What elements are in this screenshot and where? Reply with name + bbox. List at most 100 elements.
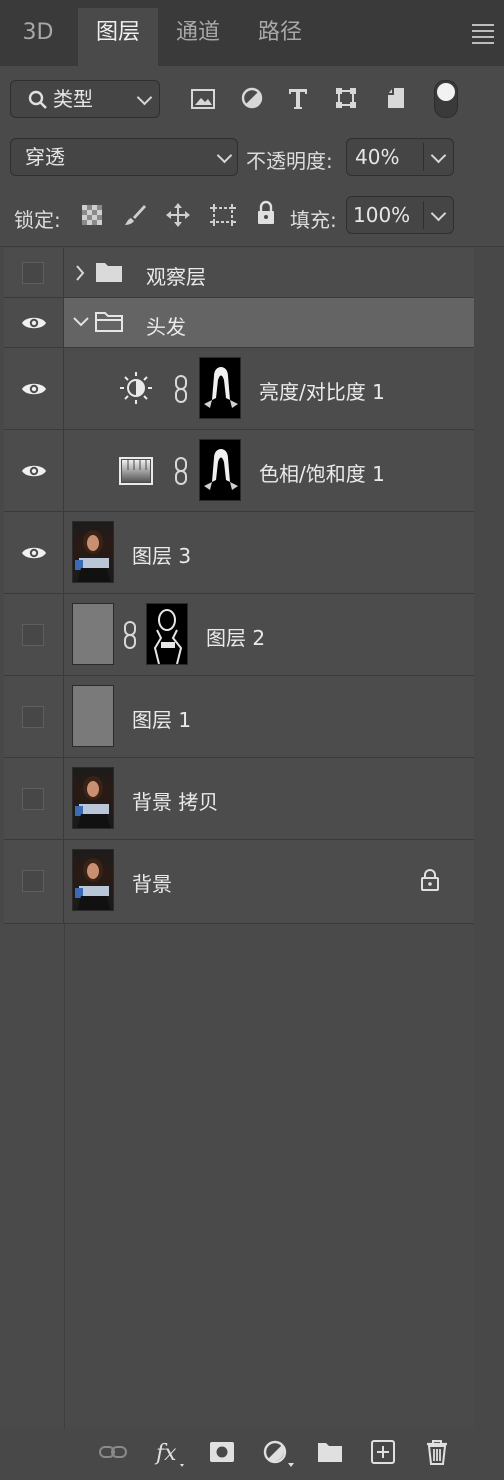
eye-icon[interactable] xyxy=(21,313,47,333)
opacity-label: 不透明度: xyxy=(246,149,333,173)
folder-icon xyxy=(96,263,122,282)
layer-row-background-copy[interactable]: 背景 拷贝 xyxy=(4,758,474,840)
layer-row-layer1[interactable]: 图层 1 xyxy=(4,676,474,758)
fx-icon[interactable]: fx xyxy=(154,1438,188,1470)
lock-all-icon[interactable] xyxy=(256,200,276,226)
open-folder-icon xyxy=(95,312,123,332)
layer-name[interactable]: 图层 3 xyxy=(132,540,191,569)
layer-row-background[interactable]: 背景 xyxy=(4,840,474,924)
lock-artboard-icon[interactable] xyxy=(208,201,238,229)
visibility-off-box[interactable] xyxy=(22,262,44,284)
layer-name[interactable]: 图层 2 xyxy=(206,622,265,651)
layer-name[interactable]: 背景 xyxy=(132,868,172,897)
tab-channels[interactable]: 通道 xyxy=(158,8,238,66)
layers-list: 观察层 头发 亮度/对比度 1 色相/饱和度 1 图层 3 图层 2 图层 1 … xyxy=(4,248,474,924)
layer-mask-thumbnail[interactable] xyxy=(146,603,188,665)
blend-row: 穿透 不透明度: 40% xyxy=(0,128,504,187)
visibility-toggle[interactable] xyxy=(4,430,64,511)
new-group-icon[interactable] xyxy=(316,1440,344,1464)
layer-row-group-hair[interactable]: 头发 xyxy=(4,298,474,348)
visibility-toggle[interactable] xyxy=(4,512,64,593)
layer-name[interactable]: 色相/饱和度 1 xyxy=(259,458,385,487)
fill-field[interactable]: 100% xyxy=(346,196,454,234)
visibility-toggle[interactable] xyxy=(4,758,64,839)
brightness-contrast-icon xyxy=(120,372,152,404)
layer-name[interactable]: 图层 1 xyxy=(132,704,191,733)
layer-row-brightness-contrast[interactable]: 亮度/对比度 1 xyxy=(4,348,474,430)
smart-object-filter-icon[interactable] xyxy=(384,86,408,110)
chevron-down-icon[interactable] xyxy=(430,147,447,164)
eye-icon[interactable] xyxy=(21,379,47,399)
chevron-right-icon[interactable] xyxy=(74,263,86,283)
panel-menu-icon[interactable] xyxy=(472,24,494,48)
filter-row: 类型 xyxy=(0,66,504,129)
filter-kind-select[interactable]: 类型 xyxy=(10,80,160,118)
visibility-toggle[interactable] xyxy=(4,248,64,297)
visibility-toggle[interactable] xyxy=(4,594,64,675)
layer-name[interactable]: 观察层 xyxy=(146,261,206,290)
mask-link-icon[interactable] xyxy=(122,620,138,650)
layer-row-layer2[interactable]: 图层 2 xyxy=(4,594,474,676)
chevron-down-icon[interactable] xyxy=(430,205,447,222)
visibility-toggle[interactable] xyxy=(4,676,64,757)
visibility-off-box[interactable] xyxy=(22,706,44,728)
layer-name[interactable]: 亮度/对比度 1 xyxy=(259,376,385,405)
new-layer-icon[interactable] xyxy=(370,1439,396,1465)
column-divider xyxy=(64,924,65,1428)
chevron-down-icon xyxy=(136,89,153,106)
eye-icon[interactable] xyxy=(21,461,47,481)
bottom-toolbar: fx xyxy=(0,1428,504,1480)
visibility-off-box[interactable] xyxy=(22,624,44,646)
fill-value[interactable]: 100% xyxy=(353,197,410,233)
layer-name[interactable]: 背景 拷贝 xyxy=(132,786,218,815)
lock-position-move-icon[interactable] xyxy=(164,201,192,229)
mask-link-icon[interactable] xyxy=(173,374,189,404)
link-layers-icon[interactable] xyxy=(98,1442,128,1462)
search-icon xyxy=(28,90,47,109)
chevron-down-icon xyxy=(216,147,233,164)
shape-filter-icon[interactable] xyxy=(334,86,358,110)
adjustment-layer-icon[interactable] xyxy=(262,1438,298,1468)
layer-mask-thumbnail[interactable] xyxy=(199,439,241,501)
layer-thumbnail-gray[interactable] xyxy=(72,603,114,665)
adjustment-filter-icon[interactable] xyxy=(240,86,264,110)
blend-mode-value: 穿透 xyxy=(25,145,65,169)
layer-mask-thumbnail[interactable] xyxy=(199,357,241,419)
layers-panel: 3D 图层 通道 路径 类型 穿透 不透明度: 40% 锁定: 填充: 100%… xyxy=(0,0,504,1480)
lock-row: 锁定: 填充: 100% xyxy=(0,186,504,247)
tab-layers[interactable]: 图层 xyxy=(78,8,158,66)
opacity-value[interactable]: 40% xyxy=(355,139,399,175)
eye-icon[interactable] xyxy=(21,543,47,563)
blend-mode-select[interactable]: 穿透 xyxy=(10,138,238,176)
lock-label: 锁定: xyxy=(14,208,61,232)
filter-toggle-switch[interactable] xyxy=(434,80,458,118)
layer-thumbnail-gray[interactable] xyxy=(72,685,114,747)
filter-kind-label: 类型 xyxy=(53,87,93,111)
hue-saturation-icon xyxy=(119,457,153,485)
layer-thumbnail-photo[interactable] xyxy=(72,521,114,583)
image-filter-icon[interactable] xyxy=(190,88,216,110)
layer-row-hue-saturation[interactable]: 色相/饱和度 1 xyxy=(4,430,474,512)
type-filter-icon[interactable] xyxy=(287,85,309,111)
layer-thumbnail-photo[interactable] xyxy=(72,767,114,829)
layer-row-layer3[interactable]: 图层 3 xyxy=(4,512,474,594)
tab-3d[interactable]: 3D xyxy=(0,8,76,66)
lock-pixels-brush-icon[interactable] xyxy=(122,202,148,228)
tab-paths[interactable]: 路径 xyxy=(240,8,320,66)
lock-icon xyxy=(421,869,439,891)
layer-thumbnail-photo[interactable] xyxy=(72,849,114,911)
chevron-down-icon[interactable] xyxy=(71,315,91,329)
visibility-off-box[interactable] xyxy=(22,870,44,892)
layer-row-group-observe[interactable]: 观察层 xyxy=(4,248,474,298)
add-mask-icon[interactable] xyxy=(208,1440,236,1464)
lock-transparency-icon[interactable] xyxy=(81,204,103,226)
tab-bar: 3D 图层 通道 路径 xyxy=(0,0,504,66)
layer-name[interactable]: 头发 xyxy=(146,311,186,340)
visibility-toggle[interactable] xyxy=(4,840,64,923)
mask-link-icon[interactable] xyxy=(173,456,189,486)
visibility-toggle[interactable] xyxy=(4,348,64,429)
delete-icon[interactable] xyxy=(424,1438,450,1466)
opacity-field[interactable]: 40% xyxy=(346,138,454,176)
visibility-toggle[interactable] xyxy=(4,298,64,347)
visibility-off-box[interactable] xyxy=(22,788,44,810)
